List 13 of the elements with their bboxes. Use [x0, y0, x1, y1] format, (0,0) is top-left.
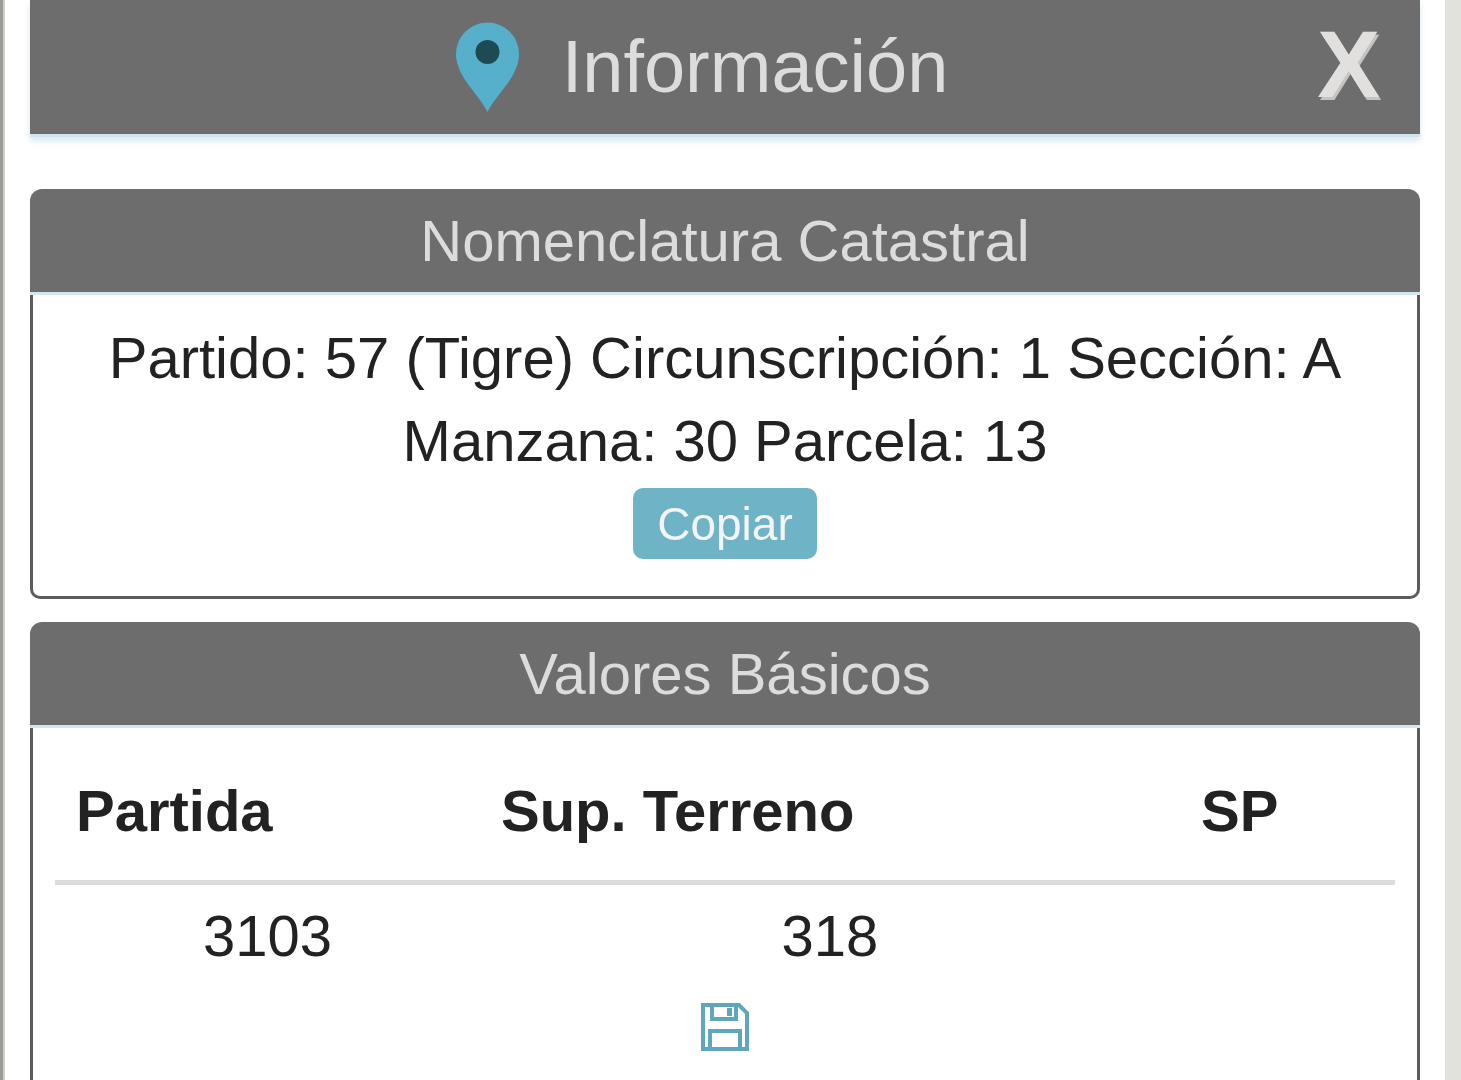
section-title: Nomenclatura Catastral [420, 211, 1030, 270]
table-cell: 318 [480, 882, 1180, 977]
table-cell: 3103 [55, 882, 480, 977]
save-icon[interactable] [699, 1001, 751, 1053]
panel-title: Información [561, 30, 949, 104]
copy-button[interactable]: Copiar [633, 488, 817, 559]
close-button[interactable]: X [1317, 18, 1380, 112]
nomenclature-text: Partido: 57 (Tigre) Circunscripción: 1 Sección: A Manzana: 30 Parcela: 13 [107, 324, 1343, 475]
section-title: Valores Básicos [519, 644, 931, 703]
column-header: Partida [55, 728, 480, 883]
map-pin-icon [453, 21, 521, 113]
column-header: Sup. Terreno [480, 728, 1180, 883]
column-header: SP [1180, 728, 1395, 883]
